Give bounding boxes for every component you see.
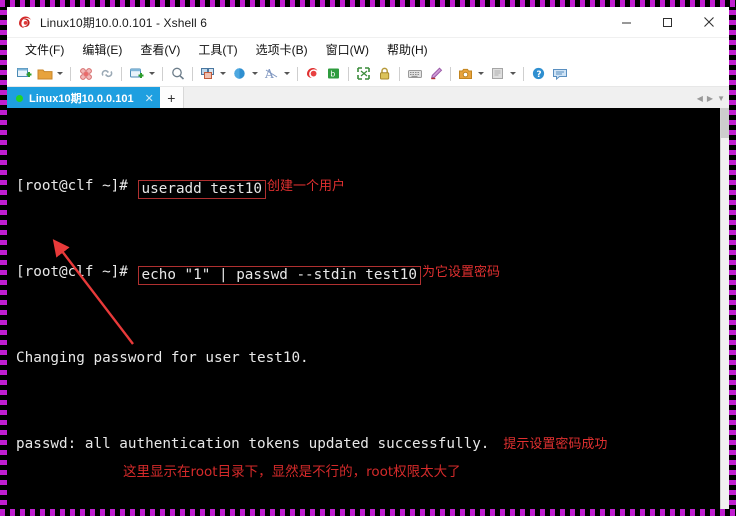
svg-text:b: b (330, 70, 335, 79)
shell-prompt: [root@clf ~]# (16, 263, 137, 280)
xftp-icon[interactable]: b (324, 64, 343, 83)
help-icon[interactable]: ? (529, 64, 548, 83)
tab-close-icon[interactable]: ✕ (145, 92, 154, 105)
toolbar: A b ? (7, 61, 729, 87)
open-folder-caret-icon[interactable] (55, 64, 64, 83)
menu-help[interactable]: 帮助(H) (379, 39, 438, 61)
log-caret-icon[interactable] (508, 64, 517, 83)
menu-tabs[interactable]: 选项卡(B) (248, 39, 318, 61)
xshell-logo-icon (16, 14, 33, 31)
keyboard-icon[interactable] (405, 64, 424, 83)
terminal-line: Changing password for user test10. (16, 348, 607, 370)
highlight-pen-icon[interactable] (426, 64, 445, 83)
toolbar-separator (450, 66, 451, 81)
open-folder-icon[interactable] (35, 64, 54, 83)
menu-file[interactable]: 文件(F) (17, 39, 74, 61)
command-useradd: useradd test10 (137, 179, 267, 199)
annotation-create-user: 创建一个用户 (267, 178, 346, 194)
terminal-text: [root@clf ~]# useradd test10 创建一个用户 [root… (16, 111, 607, 509)
connection-status-icon (16, 94, 23, 102)
terminal-line: [root@clf ~]# echo "1" | passwd --stdin … (16, 262, 607, 285)
terminal-screen[interactable]: [root@clf ~]# useradd test10 创建一个用户 [root… (7, 108, 729, 509)
xshell-icon[interactable] (303, 64, 322, 83)
tab-menu-icon[interactable]: ▼ (717, 94, 725, 103)
new-tab-icon[interactable] (127, 64, 146, 83)
menu-bar: 文件(F) 编辑(E) 查看(V) 工具(T) 选项卡(B) 窗口(W) 帮助(… (7, 38, 729, 61)
shell-prompt: [root@clf ~]# (16, 177, 137, 194)
tab-label: Linux10期10.0.0.101 (29, 93, 134, 105)
toolbar-separator (348, 66, 349, 81)
window-controls (606, 7, 729, 37)
lock-icon[interactable] (375, 64, 394, 83)
toolbar-separator (192, 66, 193, 81)
chat-icon[interactable] (550, 64, 569, 83)
output-changing-password: Changing password for user test10. (16, 349, 309, 366)
toolbar-separator (523, 66, 524, 81)
theme-color-icon[interactable] (230, 64, 249, 83)
scrollbar-thumb[interactable] (721, 108, 729, 138)
window-title: Linux10期10.0.0.101 - Xshell 6 (40, 15, 208, 30)
terminal-line: passwd: all authentication tokens update… (16, 434, 607, 456)
svg-text:?: ? (536, 70, 541, 80)
tab-next-icon[interactable]: ▶ (707, 94, 713, 103)
fullscreen-icon[interactable] (354, 64, 373, 83)
annotation-bottom-note: 这里显示在root目录下，显然是不行的，root权限太大了 (123, 464, 461, 480)
theme-color-caret-icon[interactable] (250, 64, 259, 83)
font-caret-icon[interactable] (282, 64, 291, 83)
tab-prev-icon[interactable]: ◀ (697, 94, 703, 103)
menu-edit[interactable]: 编辑(E) (74, 39, 132, 61)
capture-caret-icon[interactable] (476, 64, 485, 83)
log-icon[interactable] (488, 64, 507, 83)
title-bar: Linux10期10.0.0.101 - Xshell 6 (7, 7, 729, 38)
output-passwd-success: passwd: all authentication tokens update… (16, 435, 490, 452)
toolbar-separator (297, 66, 298, 81)
layout-icon[interactable] (198, 64, 217, 83)
terminal-line: [root@clf ~]# useradd test10 创建一个用户 (16, 176, 607, 199)
terminal-scrollbar[interactable]: ▲ (720, 108, 729, 509)
annotation-set-password: 为它设置密码 (421, 264, 500, 280)
font-icon[interactable]: A (262, 64, 281, 83)
new-session-icon[interactable] (14, 64, 33, 83)
command-passwd: echo "1" | passwd --stdin test10 (137, 265, 421, 285)
annotation-password-success: 提示设置密码成功 (503, 436, 608, 452)
menu-window[interactable]: 窗口(W) (318, 39, 379, 61)
disconnect-icon[interactable] (76, 64, 95, 83)
new-tab-button[interactable]: + (159, 87, 184, 109)
tab-linux10[interactable]: Linux10期10.0.0.101 ✕ (7, 87, 160, 109)
minimize-button[interactable] (606, 7, 647, 37)
new-tab-caret-icon[interactable] (147, 64, 156, 83)
reconnect-icon[interactable] (97, 64, 116, 83)
tab-navigation: ◀ ▶ ▼ (697, 87, 725, 109)
toolbar-separator (399, 66, 400, 81)
maximize-button[interactable] (647, 7, 688, 37)
tab-bar: Linux10期10.0.0.101 ✕ + ◀ ▶ ▼ (7, 87, 729, 110)
toolbar-separator (70, 66, 71, 81)
menu-view[interactable]: 查看(V) (132, 39, 190, 61)
toolbar-separator (162, 66, 163, 81)
layout-caret-icon[interactable] (218, 64, 227, 83)
capture-icon[interactable] (456, 64, 475, 83)
find-icon[interactable] (168, 64, 187, 83)
close-button[interactable] (688, 7, 729, 37)
menu-tools[interactable]: 工具(T) (190, 39, 247, 61)
toolbar-separator (121, 66, 122, 81)
